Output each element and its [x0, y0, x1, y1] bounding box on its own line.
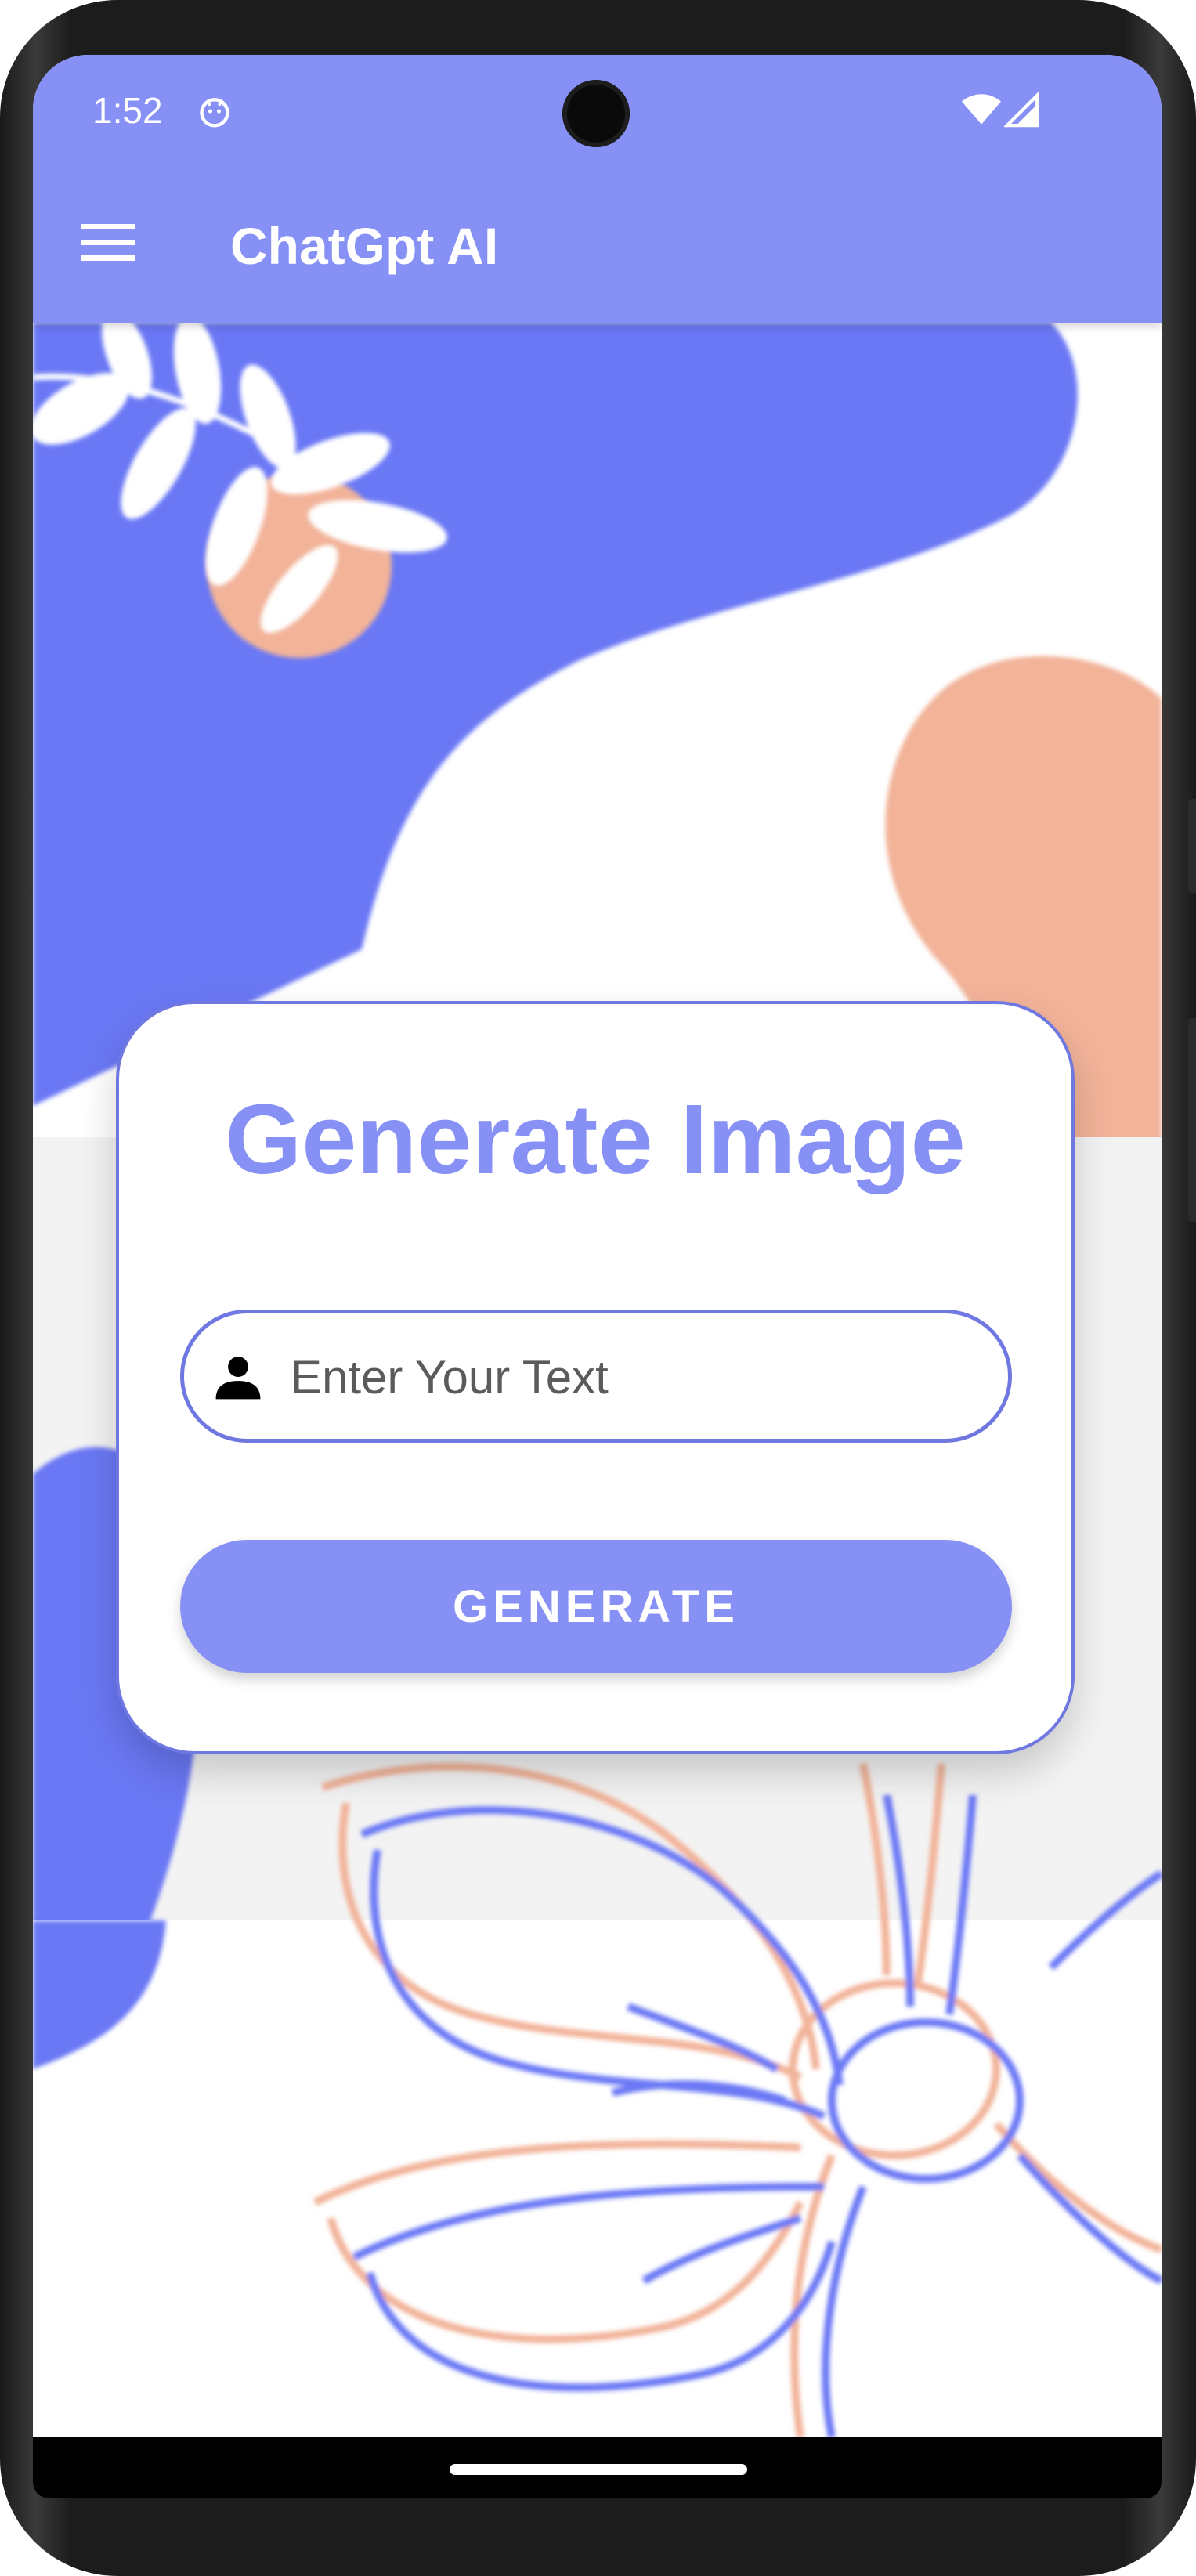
generate-card: Generate Image GENERATE [116, 1001, 1075, 1754]
status-time: 1:52 [92, 90, 163, 131]
screen: 1:52 ChatGpt AI Generate Image Enter You… [33, 55, 1162, 2498]
text-input[interactable] [289, 1313, 981, 1440]
front-camera [562, 80, 630, 147]
android-app-icon [200, 98, 229, 128]
generate-button[interactable]: GENERATE [180, 1540, 1012, 1673]
person-icon [215, 1357, 261, 1400]
text-input-field[interactable] [180, 1310, 1012, 1443]
volume-button [1188, 1018, 1196, 1222]
hamburger-menu-icon[interactable] [81, 222, 135, 263]
white-bottom [33, 1920, 1162, 2437]
phone-frame: 1:52 ChatGpt AI Generate Image Enter You… [0, 0, 1196, 2576]
power-button [1188, 799, 1196, 893]
card-title: Generate Image [225, 1084, 966, 1194]
wifi-icon [962, 94, 1001, 125]
app-title: ChatGpt AI [230, 217, 499, 275]
home-gesture-handle[interactable] [450, 2464, 747, 2475]
app-bar: 1:52 ChatGpt AI [33, 55, 1162, 323]
signal-icon [1004, 92, 1039, 128]
